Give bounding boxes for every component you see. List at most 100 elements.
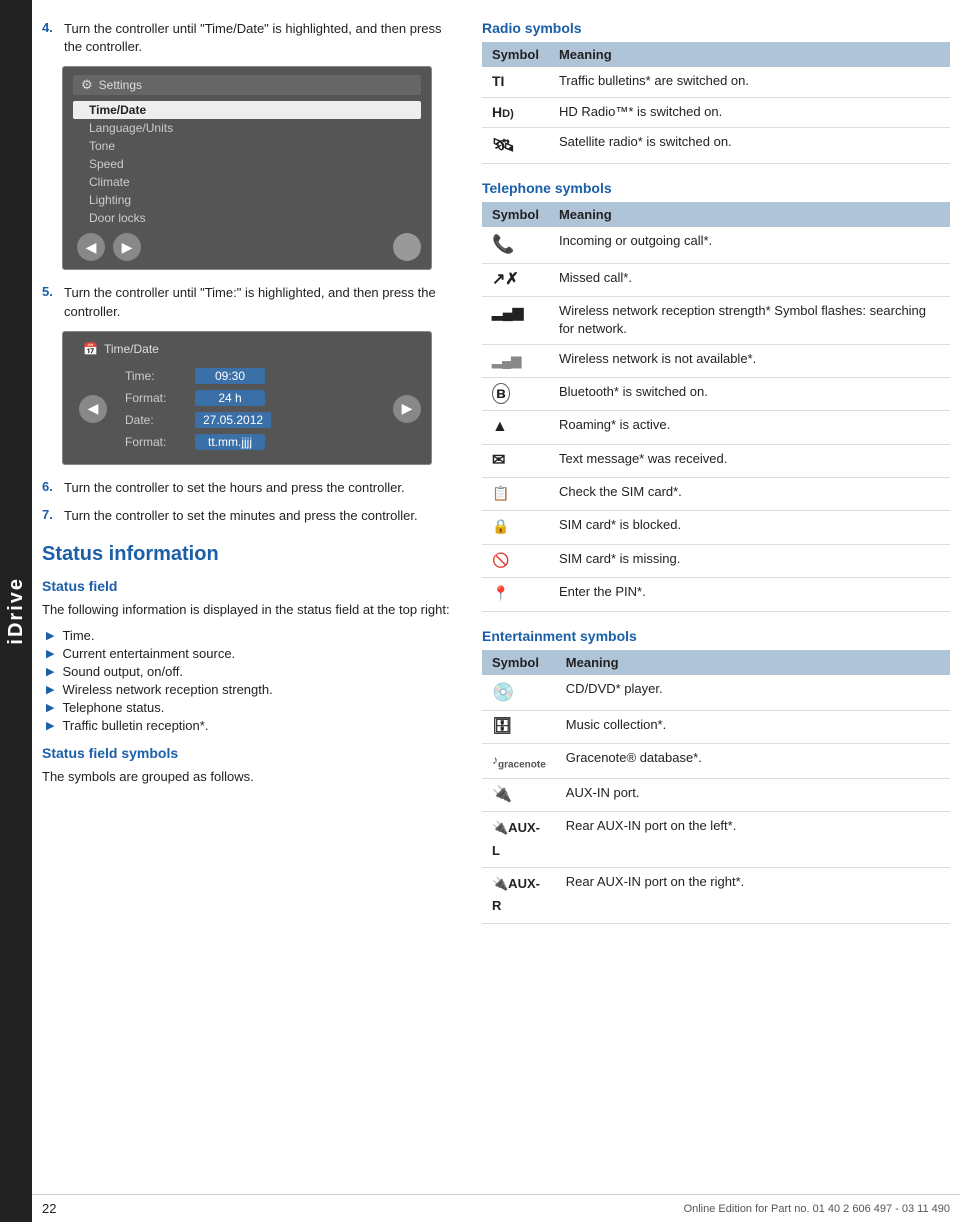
left-column: 4. Turn the controller until "Time/Date"…: [42, 20, 462, 940]
tel-symbol-signal: ▂▄▆: [482, 297, 549, 344]
ent-symbol-music: 🗄: [482, 711, 556, 744]
ent-meaning-gracenote: Gracenote® database*.: [556, 744, 950, 778]
ent-row-cd: 💿 CD/DVD* player.: [482, 675, 950, 711]
step-4: 4. Turn the controller until "Time/Date"…: [42, 20, 462, 56]
footer-url: Online Edition for Part no. 01 40 2 606 …: [684, 1203, 950, 1215]
radio-col-meaning: Meaning: [549, 42, 950, 67]
status-field-symbols-heading: Status field symbols: [42, 745, 462, 761]
time-row: Time: 09:30: [115, 366, 385, 386]
radio-row-ti: TI Traffic bulletins* are switched on.: [482, 67, 950, 97]
bullet-entertainment: ▶Current entertainment source.: [46, 646, 462, 661]
tel-meaning-sim-check: Check the SIM card*.: [549, 478, 950, 511]
bullet-arrow-2: ▶: [46, 647, 54, 660]
telephone-symbols-table: Symbol Meaning 📞 Incoming or outgoing ca…: [482, 202, 950, 611]
tel-meaning-signal: Wireless network reception strength* Sym…: [549, 297, 950, 344]
menu-item-doorlocks: Door locks: [73, 209, 421, 227]
ent-meaning-cd: CD/DVD* player.: [556, 675, 950, 711]
tel-row-missed: ↗✗ Missed call*.: [482, 263, 950, 296]
radio-symbol-hd: HD): [482, 97, 549, 128]
menu-item-timedate: Time/Date: [73, 101, 421, 119]
ent-meaning-aux-r: Rear AUX-IN port on the right*.: [556, 868, 950, 924]
footer: 22 Online Edition for Part no. 01 40 2 6…: [32, 1194, 960, 1222]
step-5: 5. Turn the controller until "Time:" is …: [42, 284, 462, 320]
bullet-arrow-3: ▶: [46, 665, 54, 678]
ent-meaning-aux: AUX-IN port.: [556, 778, 950, 811]
telephone-symbols-heading: Telephone symbols: [482, 180, 950, 196]
bullet-arrow-1: ▶: [46, 629, 54, 642]
bullet-wireless: ▶Wireless network reception strength.: [46, 682, 462, 697]
nav-right-2: ▶: [393, 395, 421, 423]
status-field-heading: Status field: [42, 578, 462, 594]
tel-symbol-sim-blocked: 🔒: [482, 511, 549, 544]
bullet-arrow-6: ▶: [46, 719, 54, 732]
ent-col-symbol: Symbol: [482, 650, 556, 675]
step-6: 6. Turn the controller to set the hours …: [42, 479, 462, 497]
tel-row-sim-check: 📋 Check the SIM card*.: [482, 478, 950, 511]
tel-symbol-roaming: ▲: [482, 411, 549, 444]
bullet-traffic: ▶Traffic bulletin reception*.: [46, 718, 462, 733]
radio-symbols-heading: Radio symbols: [482, 20, 950, 36]
radio-row-hd: HD) HD Radio™* is switched on.: [482, 97, 950, 128]
bullet-time: ▶Time.: [46, 628, 462, 643]
status-field-bullets: ▶Time. ▶Current entertainment source. ▶S…: [46, 628, 462, 733]
status-field-symbols-para: The symbols are grouped as follows.: [42, 767, 462, 787]
tel-meaning-bluetooth: Bluetooth* is switched on.: [549, 377, 950, 410]
right-column: Radio symbols Symbol Meaning TI Traffic …: [482, 20, 950, 940]
step-6-num: 6.: [42, 479, 58, 497]
step-5-text: Turn the controller until "Time:" is hig…: [64, 284, 462, 320]
settings-screenshot: ⚙ Settings Time/Date Language/Units Tone…: [62, 66, 432, 270]
radio-symbols-table: Symbol Meaning TI Traffic bulletins* are…: [482, 42, 950, 164]
page-number: 22: [42, 1201, 56, 1216]
ent-meaning-music: Music collection*.: [556, 711, 950, 744]
tel-symbol-no-signal: ▂▄▆: [482, 344, 549, 377]
tel-meaning-roaming: Roaming* is active.: [549, 411, 950, 444]
tel-row-sim-missing: 🚫 SIM card* is missing.: [482, 544, 950, 577]
radio-col-symbol: Symbol: [482, 42, 549, 67]
date-row: Date: 27.05.2012: [115, 410, 385, 430]
tel-symbol-sms: ✉: [482, 444, 549, 477]
radio-row-satellite: 🛰 Satellite radio* is switched on.: [482, 128, 950, 164]
tel-row-signal: ▂▄▆ Wireless network reception strength*…: [482, 297, 950, 344]
step-7-num: 7.: [42, 507, 58, 525]
tel-symbol-call: 📞: [482, 227, 549, 263]
menu-item-lighting: Lighting: [73, 191, 421, 209]
ent-row-aux-r: 🔌AUX-R Rear AUX-IN port on the right*.: [482, 868, 950, 924]
status-info-heading: Status information: [42, 543, 462, 566]
ent-col-meaning: Meaning: [556, 650, 950, 675]
timedate-title-bar: 📅 Time/Date: [73, 340, 421, 358]
nav-circle-right: [393, 233, 421, 261]
bullet-sound: ▶Sound output, on/off.: [46, 664, 462, 679]
tel-meaning-call: Incoming or outgoing call*.: [549, 227, 950, 263]
tel-symbol-sim-missing: 🚫: [482, 544, 549, 577]
entertainment-symbols-table: Symbol Meaning 💿 CD/DVD* player. 🗄 Music…: [482, 650, 950, 924]
tel-symbol-bluetooth: ʙ: [482, 377, 549, 410]
tel-symbol-missed: ↗✗: [482, 263, 549, 296]
step-4-num: 4.: [42, 20, 58, 56]
nav-right-arrow: ▶: [113, 233, 141, 261]
radio-symbol-ti: TI: [482, 67, 549, 97]
menu-item-climate: Climate: [73, 173, 421, 191]
step-5-num: 5.: [42, 284, 58, 320]
bullet-arrow-4: ▶: [46, 683, 54, 696]
tel-symbol-pin: 📍: [482, 578, 549, 611]
tel-row-roaming: ▲ Roaming* is active.: [482, 411, 950, 444]
radio-meaning-ti: Traffic bulletins* are switched on.: [549, 67, 950, 97]
ent-row-aux: 🔌 AUX-IN port.: [482, 778, 950, 811]
tel-row-no-signal: ▂▄▆ Wireless network is not available*.: [482, 344, 950, 377]
timedate-title-text: Time/Date: [104, 342, 159, 356]
format-row-2: Format: tt.mm.jjjj: [115, 432, 385, 452]
ent-row-music: 🗄 Music collection*.: [482, 711, 950, 744]
nav-left-2: ◀: [79, 395, 107, 423]
menu-item-speed: Speed: [73, 155, 421, 173]
radio-symbol-satellite: 🛰: [482, 128, 549, 164]
radio-meaning-satellite: Satellite radio* is switched on.: [549, 128, 950, 164]
format-row-1: Format: 24 h: [115, 388, 385, 408]
ent-symbol-aux-r: 🔌AUX-R: [482, 868, 556, 924]
ent-symbol-cd: 💿: [482, 675, 556, 711]
settings-title: Settings: [99, 78, 142, 92]
tel-meaning-pin: Enter the PIN*.: [549, 578, 950, 611]
ent-meaning-aux-l: Rear AUX-IN port on the left*.: [556, 812, 950, 868]
idrive-label: iDrive: [5, 577, 28, 645]
tel-row-bluetooth: ʙ Bluetooth* is switched on.: [482, 377, 950, 410]
settings-title-bar: ⚙ Settings: [73, 75, 421, 95]
